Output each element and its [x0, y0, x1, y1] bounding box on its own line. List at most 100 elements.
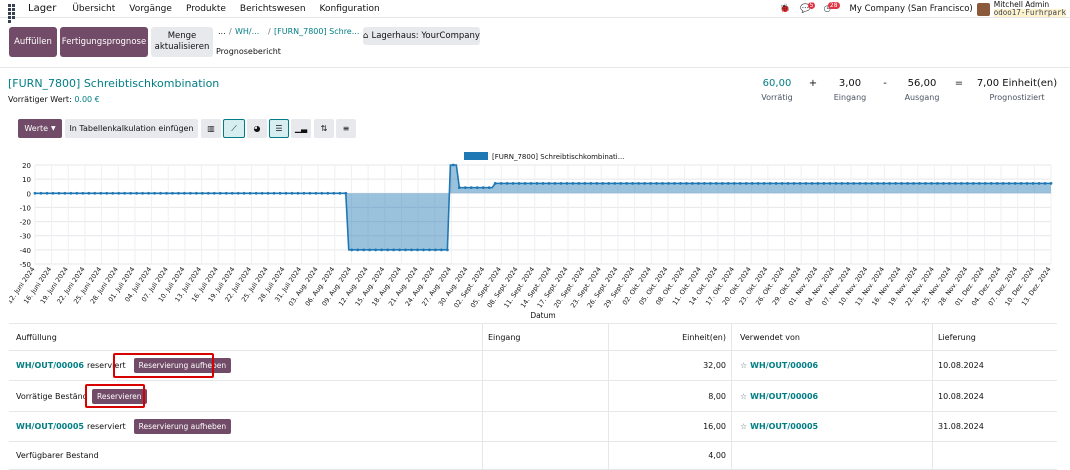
star-icon[interactable]: ☆	[740, 361, 747, 370]
row2-qty: 8,00	[708, 391, 726, 401]
data-point	[858, 181, 862, 185]
data-point	[75, 191, 79, 195]
data-point	[457, 186, 461, 190]
avatar[interactable]	[976, 2, 990, 16]
row3-qty: 16,00	[703, 422, 726, 431]
data-point	[529, 181, 533, 185]
data-point	[434, 248, 437, 252]
data-point	[619, 181, 623, 185]
bar-chart-icon[interactable]: ▥	[201, 119, 221, 138]
data-point	[93, 191, 97, 195]
breadcrumb-item-product[interactable]: [FURN_7800] Schre...	[274, 27, 359, 36]
app-name[interactable]: Lager	[28, 3, 56, 14]
data-point	[135, 191, 138, 195]
app-grid-icon[interactable]	[6, 2, 20, 23]
data-point	[428, 248, 431, 252]
data-point	[1013, 181, 1017, 185]
data-point	[326, 191, 330, 195]
data-point	[266, 191, 270, 195]
data-point	[63, 191, 67, 195]
data-point	[517, 181, 521, 185]
insert-spreadsheet-button[interactable]: In Tabellenkalkulation einfügen	[65, 119, 198, 138]
data-point	[159, 191, 162, 195]
row1-used-by-link[interactable]: WH/OUT/00006	[750, 361, 818, 370]
unreserve-button[interactable]: Reservierung aufheben	[133, 419, 232, 434]
data-point	[840, 181, 844, 185]
data-point	[691, 181, 694, 185]
cumulative-icon[interactable]: ▁▃	[291, 119, 311, 138]
data-point	[171, 191, 174, 195]
row2-used-by: ☆ WH/OUT/00006	[740, 381, 818, 411]
menu-operations[interactable]: Vorgänge	[129, 4, 172, 14]
star-icon[interactable]: ☆	[740, 422, 747, 431]
stock-value: Vorrätiger Wert: 0.00 €	[8, 95, 100, 104]
stat-on-hand-label: Vorrätig	[761, 93, 793, 102]
data-point	[177, 191, 180, 195]
y-tick-label: 10	[22, 176, 31, 184]
data-point	[912, 181, 915, 185]
data-point	[995, 181, 999, 185]
data-point	[284, 191, 288, 195]
stacked-icon[interactable]: ☰	[269, 119, 289, 138]
stat-on-hand[interactable]: 60,00 Vorrätig	[755, 78, 799, 102]
data-point	[218, 191, 222, 195]
breadcrumb-item-wh[interactable]: WH/...	[235, 27, 259, 36]
data-point	[499, 181, 503, 185]
data-point	[762, 181, 766, 185]
replenish-button[interactable]: Auffüllen	[9, 27, 57, 57]
product-title[interactable]: [FURN_7800] Schreibtischkombination	[8, 77, 219, 90]
sort-descending-icon[interactable]: ⇅	[314, 119, 334, 138]
company-switcher[interactable]: My Company (San Francisco)	[850, 4, 973, 14]
data-point	[344, 191, 348, 195]
data-point	[165, 191, 168, 195]
y-tick-label: -40	[20, 247, 31, 255]
breadcrumb-sep-1: /	[229, 27, 232, 36]
menu-overview[interactable]: Übersicht	[72, 4, 115, 14]
data-point	[302, 191, 306, 195]
data-point	[547, 181, 551, 185]
data-point	[559, 181, 563, 185]
menu-reporting[interactable]: Berichtswesen	[240, 4, 306, 14]
row1-ref-link[interactable]: WH/OUT/00006	[16, 361, 84, 370]
row3-ref-link[interactable]: WH/OUT/00005	[16, 422, 84, 431]
line-chart-icon[interactable]: ⟋	[223, 119, 245, 138]
menu-configuration[interactable]: Konfiguration	[320, 4, 380, 14]
star-icon[interactable]: ☆	[740, 392, 747, 401]
data-point	[200, 191, 204, 195]
row3-used-by-link[interactable]: WH/OUT/00005	[750, 422, 818, 431]
data-point	[183, 191, 186, 195]
data-point	[206, 191, 210, 195]
bug-icon[interactable]: 🐞	[779, 4, 790, 14]
data-point	[924, 181, 927, 185]
pie-chart-icon[interactable]: ◕	[247, 119, 267, 138]
data-point	[846, 181, 850, 185]
data-point	[661, 181, 664, 185]
menu-products[interactable]: Produkte	[186, 4, 226, 14]
sort-ascending-icon[interactable]: ≡	[336, 119, 356, 138]
data-point	[810, 181, 814, 185]
db-name: odoo17-Furhrpark	[993, 8, 1066, 17]
data-point	[320, 191, 324, 195]
stat-incoming: 3,00 Eingang	[826, 78, 874, 102]
stat-forecast: 7,00 Einheit(en) Prognostiziert	[972, 78, 1062, 102]
y-tick-label: -10	[20, 204, 31, 212]
data-point	[463, 186, 467, 190]
breadcrumb-ellipsis[interactable]: ...	[218, 27, 226, 36]
data-point	[1037, 181, 1041, 185]
data-point	[1043, 181, 1047, 185]
data-point	[248, 191, 252, 195]
data-point	[948, 181, 951, 185]
data-point	[194, 191, 198, 195]
measures-dropdown[interactable]: Werte ▼	[18, 119, 62, 138]
row2-used-by-link[interactable]: WH/OUT/00006	[750, 392, 818, 401]
col-divider	[731, 324, 732, 470]
data-point	[236, 191, 240, 195]
update-quantity-button[interactable]: Menge aktualisieren	[151, 27, 213, 57]
warehouse-filter-button[interactable]: ⌂ Lagerhaus: YourCompany	[363, 27, 480, 45]
data-point	[290, 191, 294, 195]
data-point	[756, 181, 760, 185]
user-menu[interactable]: Mitchell Admin odoo17-Furhrpark	[993, 1, 1066, 17]
data-point	[445, 248, 449, 252]
data-point	[380, 248, 384, 252]
manufacturing-forecast-button[interactable]: Fertigungsprognose	[60, 27, 148, 57]
